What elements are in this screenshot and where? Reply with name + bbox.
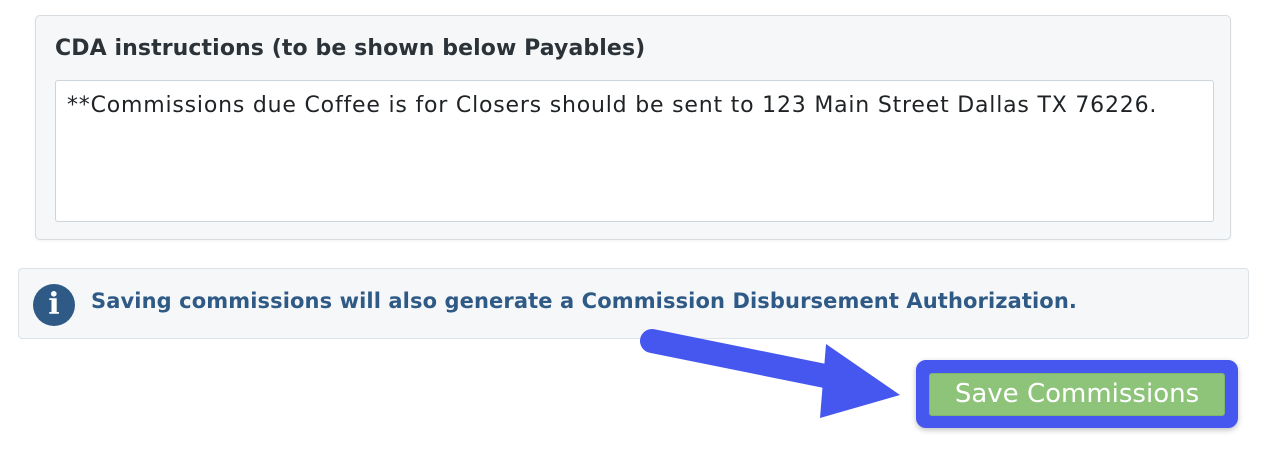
save-commissions-button[interactable]: Save Commissions [929, 373, 1225, 416]
commissions-form: CDA instructions (to be shown below Paya… [0, 0, 1284, 459]
cda-instructions-label: CDA instructions (to be shown below Paya… [55, 36, 646, 61]
save-button-highlight: Save Commissions [916, 360, 1238, 428]
cda-instructions-textarea[interactable]: **Commissions due Coffee is for Closers … [55, 80, 1214, 222]
info-icon: i [33, 284, 75, 326]
pointer-arrow-icon [640, 329, 900, 418]
cda-instructions-panel: CDA instructions (to be shown below Paya… [35, 15, 1231, 240]
info-banner-text: Saving commissions will also generate a … [91, 289, 1077, 313]
